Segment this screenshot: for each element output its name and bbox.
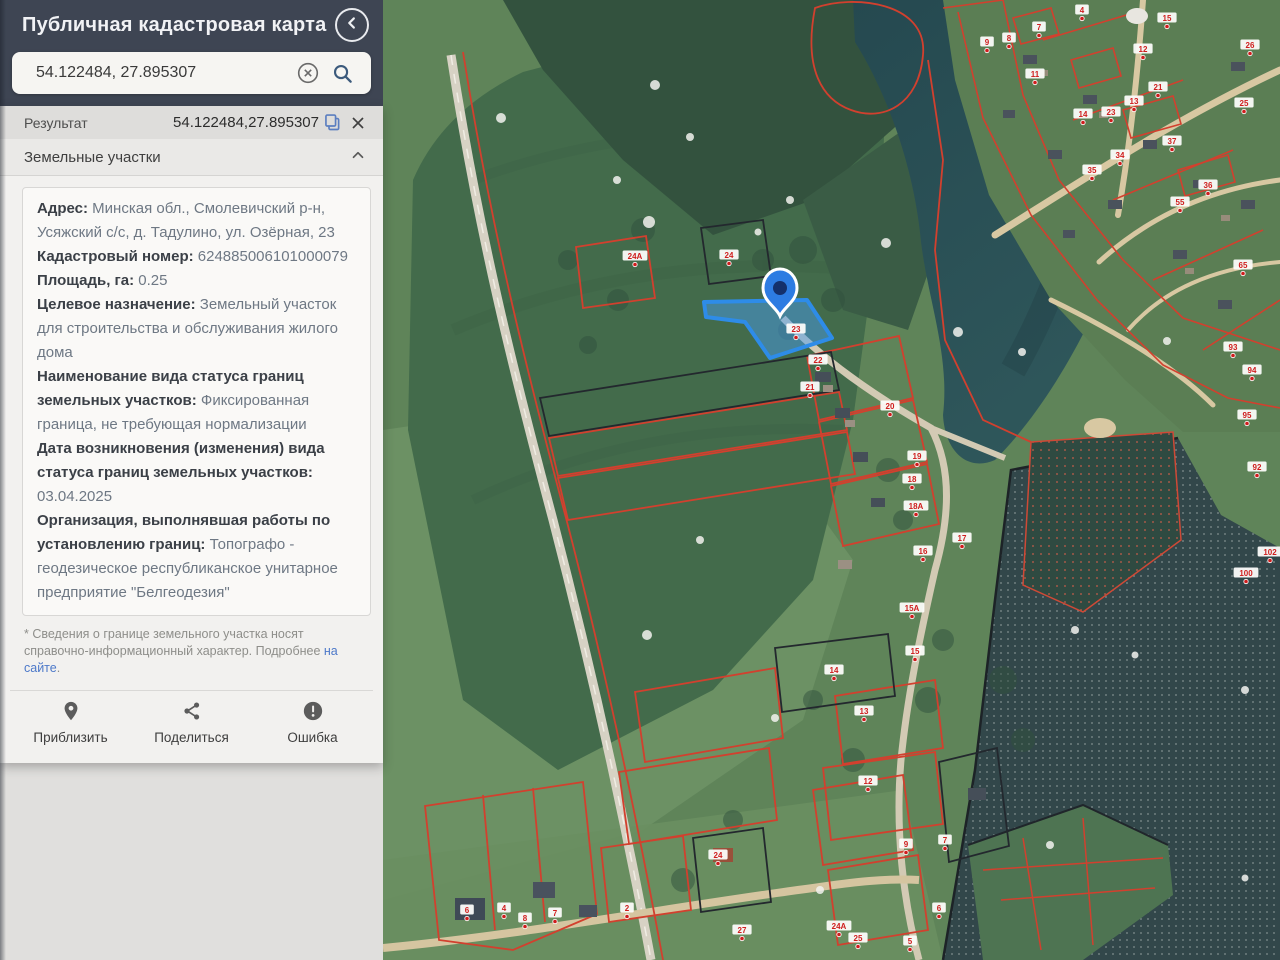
svg-text:15: 15 xyxy=(1163,14,1172,23)
svg-text:25: 25 xyxy=(1240,99,1249,108)
result-row: Результат 54.122484,27.895307 xyxy=(0,106,383,139)
svg-text:65: 65 xyxy=(1239,261,1248,270)
svg-text:9: 9 xyxy=(985,38,990,47)
svg-text:14: 14 xyxy=(830,666,839,675)
svg-text:8: 8 xyxy=(1007,34,1012,43)
svg-text:25: 25 xyxy=(854,934,863,943)
search-icon[interactable] xyxy=(325,56,359,90)
svg-text:35: 35 xyxy=(1088,166,1097,175)
parcel-details-card: Адрес: Минская обл., Смолевичский р-н, У… xyxy=(22,187,371,616)
address-row: Адрес: Минская обл., Смолевичский р-н, У… xyxy=(37,200,335,241)
svg-text:34: 34 xyxy=(1116,151,1125,160)
section-title: Земельные участки xyxy=(24,148,161,166)
svg-text:7: 7 xyxy=(943,836,948,845)
svg-text:11: 11 xyxy=(1031,70,1040,79)
svg-text:95: 95 xyxy=(1243,411,1252,420)
svg-text:22: 22 xyxy=(814,356,823,365)
svg-text:21: 21 xyxy=(806,383,815,392)
svg-text:27: 27 xyxy=(738,926,747,935)
svg-text:19: 19 xyxy=(913,452,922,461)
svg-text:5: 5 xyxy=(908,937,913,946)
svg-text:6: 6 xyxy=(465,906,470,915)
error-icon xyxy=(302,700,324,727)
area-row: Площадь, га: 0.25 xyxy=(37,272,168,289)
svg-text:4: 4 xyxy=(502,904,507,913)
chevron-left-icon xyxy=(341,12,363,39)
map-container: 15 4 7 8 9 12 26 11 21 13 25 23 14 37 34 35 36 55 65 93 94 95… xyxy=(383,0,1280,960)
purpose-row: Целевое назначение: Земельный участок дл… xyxy=(37,296,338,361)
map-canvas[interactable]: 15478912 26112113 252314373435365565939495… xyxy=(383,0,1280,960)
svg-text:18А: 18А xyxy=(909,502,924,511)
svg-text:6: 6 xyxy=(937,904,942,913)
svg-text:23: 23 xyxy=(1107,108,1116,117)
svg-text:12: 12 xyxy=(1139,45,1148,54)
search-box xyxy=(12,52,371,94)
section-land-parcels[interactable]: Земельные участки xyxy=(0,139,383,176)
date-row: Дата возникновения (изменения) вида стат… xyxy=(37,440,325,505)
svg-text:36: 36 xyxy=(1204,181,1213,190)
status-row: Наименование вида статуса границ земельн… xyxy=(37,368,310,433)
svg-text:94: 94 xyxy=(1248,366,1257,375)
svg-text:92: 92 xyxy=(1253,463,1262,472)
search-input[interactable] xyxy=(34,63,291,83)
svg-text:100: 100 xyxy=(1239,569,1253,578)
svg-text:20: 20 xyxy=(886,402,895,411)
actions-bar: Приблизить Поделиться Ошибка xyxy=(10,690,373,751)
svg-text:15: 15 xyxy=(911,647,920,656)
svg-text:7: 7 xyxy=(1037,23,1042,32)
sidebar: Публичная кадастровая карта Результат 54… xyxy=(0,0,383,960)
share-icon xyxy=(181,700,203,727)
svg-text:15А: 15А xyxy=(905,604,920,613)
close-result-icon[interactable] xyxy=(345,110,371,136)
svg-text:16: 16 xyxy=(919,547,928,556)
svg-text:18: 18 xyxy=(908,475,917,484)
svg-text:24А: 24А xyxy=(628,252,643,261)
result-label: Результат xyxy=(24,114,88,131)
svg-text:23: 23 xyxy=(792,325,801,334)
svg-text:24: 24 xyxy=(714,851,723,860)
svg-text:21: 21 xyxy=(1154,83,1163,92)
cadastral-number-row: Кадастровый номер: 624885006101000079 xyxy=(37,248,348,265)
clear-search-icon[interactable] xyxy=(291,56,325,90)
result-coordinates: 54.122484,27.895307 xyxy=(173,114,319,131)
app-title: Публичная кадастровая карта xyxy=(22,13,327,36)
zoom-to-button[interactable]: Приблизить xyxy=(10,700,131,745)
svg-text:14: 14 xyxy=(1079,110,1088,119)
svg-text:4: 4 xyxy=(1080,6,1085,15)
svg-text:2: 2 xyxy=(625,904,630,913)
svg-text:102: 102 xyxy=(1263,548,1277,557)
report-error-button[interactable]: Ошибка xyxy=(252,700,373,745)
svg-text:9: 9 xyxy=(904,840,909,849)
chevron-up-icon xyxy=(349,146,367,169)
location-pin-icon xyxy=(60,700,82,727)
footnote: * Сведения о границе земельного участка … xyxy=(24,627,338,675)
copy-icon[interactable] xyxy=(319,110,345,136)
svg-text:8: 8 xyxy=(523,914,528,923)
svg-text:37: 37 xyxy=(1168,137,1177,146)
svg-text:26: 26 xyxy=(1246,41,1255,50)
svg-text:93: 93 xyxy=(1229,343,1238,352)
share-button[interactable]: Поделиться xyxy=(131,700,252,745)
svg-text:24: 24 xyxy=(725,251,734,260)
org-row: Организация, выполнявшая работы по устан… xyxy=(37,512,338,601)
svg-text:7: 7 xyxy=(553,909,558,918)
svg-text:24А: 24А xyxy=(832,922,847,931)
svg-text:13: 13 xyxy=(1130,97,1139,106)
svg-text:13: 13 xyxy=(860,707,869,716)
svg-text:17: 17 xyxy=(958,534,967,543)
svg-text:12: 12 xyxy=(864,777,873,786)
sidebar-header: Публичная кадастровая карта xyxy=(0,0,383,106)
svg-text:55: 55 xyxy=(1176,198,1185,207)
result-panel: Результат 54.122484,27.895307 Земельные … xyxy=(0,106,383,763)
back-button[interactable] xyxy=(335,8,369,42)
